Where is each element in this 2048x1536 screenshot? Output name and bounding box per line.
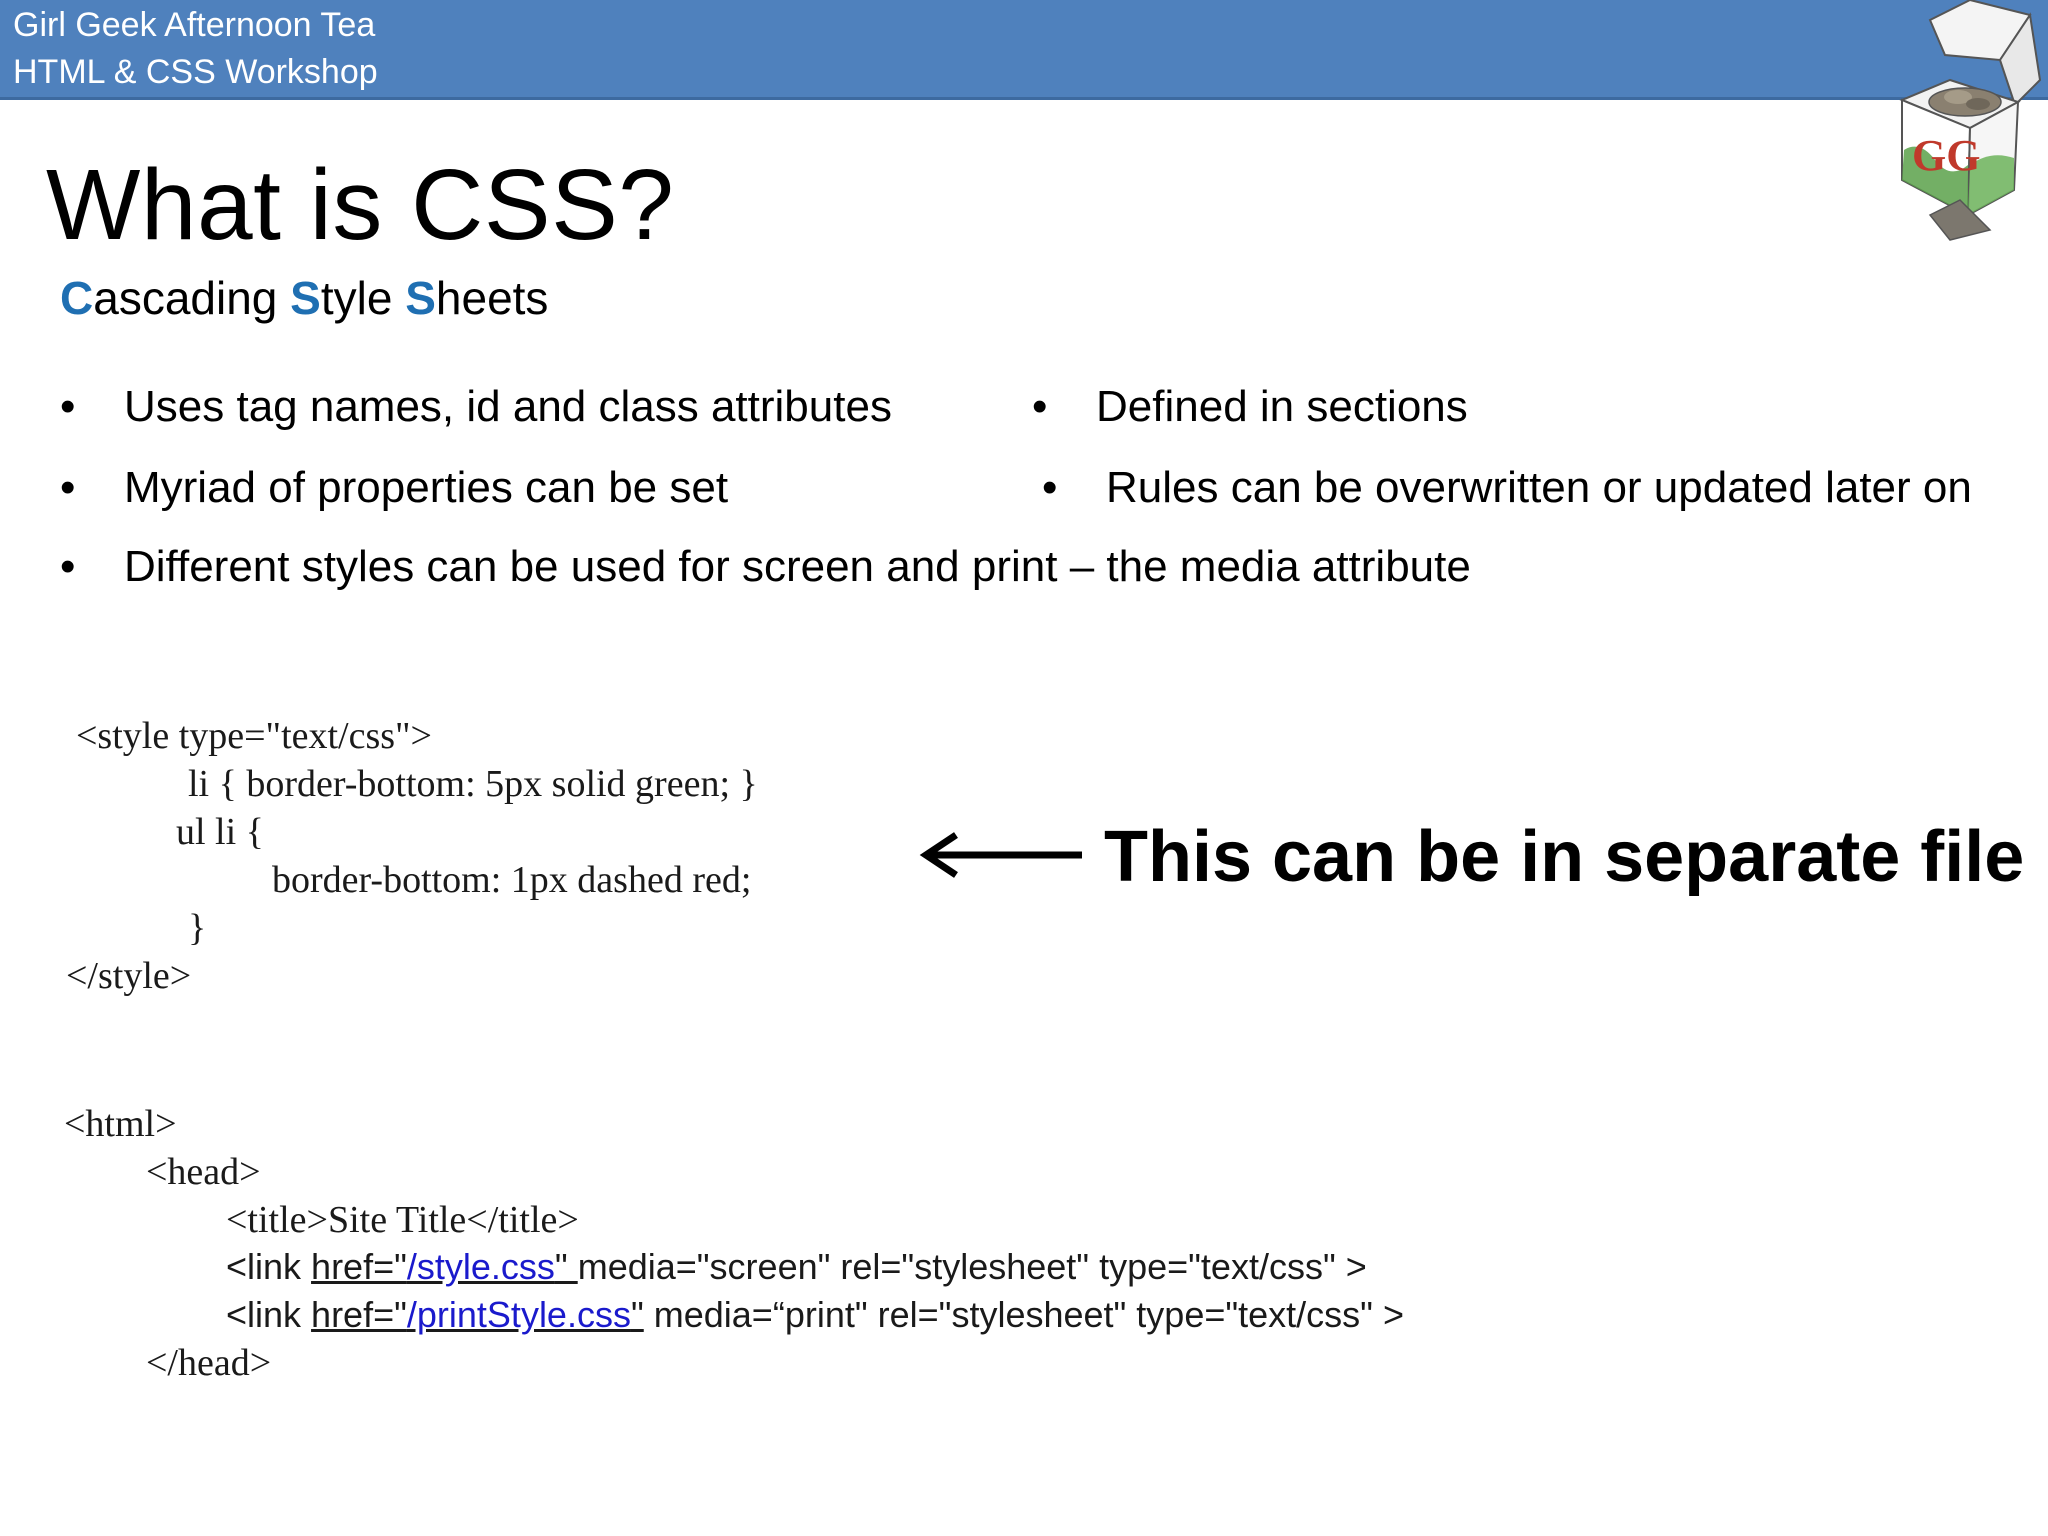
logo-text: GG	[1912, 131, 1980, 180]
left-arrow-icon	[916, 825, 1086, 885]
code-rule-ul-li-close: }	[188, 907, 207, 949]
subtitle-s2-rest: heets	[435, 272, 549, 324]
code-rule-li: li { border-bottom: 5px solid green; }	[188, 763, 758, 805]
link-attrs: media="screen" rel="stylesheet" type="te…	[577, 1246, 1367, 1287]
header-subtitle: HTML & CSS Workshop	[13, 53, 378, 91]
subtitle-c-initial: C	[60, 272, 94, 324]
bullet-marker: •	[60, 382, 76, 431]
code-style-close: </style>	[66, 955, 192, 997]
href-link-print[interactable]: href="/printStyle.css"	[311, 1294, 644, 1335]
subtitle-s1-initial: S	[290, 272, 321, 324]
code-style-open: <style type="text/css">	[76, 715, 432, 757]
code-link-print: <link href="/printStyle.css" media=“prin…	[226, 1291, 1404, 1339]
bullet-text: Myriad of properties can be set	[124, 463, 729, 512]
subtitle-c-rest: ascading	[93, 272, 291, 324]
header-bar: Girl Geek Afternoon Tea HTML & CSS Works…	[0, 0, 2048, 100]
bullet-text: Rules can be overwritten or updated late…	[1106, 463, 1972, 512]
bullet-marker: •	[1032, 382, 1048, 431]
code-link-style: <link href="/style.css" media="screen" r…	[226, 1243, 1367, 1291]
link-prefix: <link	[226, 1246, 312, 1287]
href-link-style[interactable]: href="/style.css"	[311, 1246, 578, 1287]
link-attrs: media=“print" rel="stylesheet" type="tex…	[643, 1294, 1404, 1335]
callout-text: This can be in separate file	[1104, 817, 2025, 897]
bullet-marker: •	[60, 542, 76, 591]
code-head-open: <head>	[146, 1151, 261, 1193]
code-rule-ul-li-body: border-bottom: 1px dashed red;	[272, 859, 752, 901]
code-rule-ul-li-open: ul li {	[176, 811, 264, 853]
subtitle: Cascading Style Sheets	[60, 270, 548, 326]
subtitle-s2-initial: S	[405, 272, 436, 324]
bullet-text: Uses tag names, id and class attributes	[124, 382, 892, 431]
bullet-text: Defined in sections	[1096, 382, 1468, 431]
gg-tea-box-logo: GG	[1890, 0, 2048, 245]
header-title: Girl Geek Afternoon Tea	[13, 6, 376, 44]
code-title-line: <title>Site Title</title>	[226, 1199, 579, 1241]
bullet-text: Different styles can be used for screen …	[124, 542, 1471, 591]
link-prefix: <link	[226, 1294, 312, 1335]
code-head-close: </head>	[146, 1342, 272, 1384]
bullet-marker: •	[1042, 463, 1058, 512]
page-title: What is CSS?	[46, 149, 675, 261]
subtitle-s1-rest: tyle	[320, 272, 406, 324]
code-html-open: <html>	[64, 1103, 177, 1145]
bullet-marker: •	[60, 463, 76, 512]
